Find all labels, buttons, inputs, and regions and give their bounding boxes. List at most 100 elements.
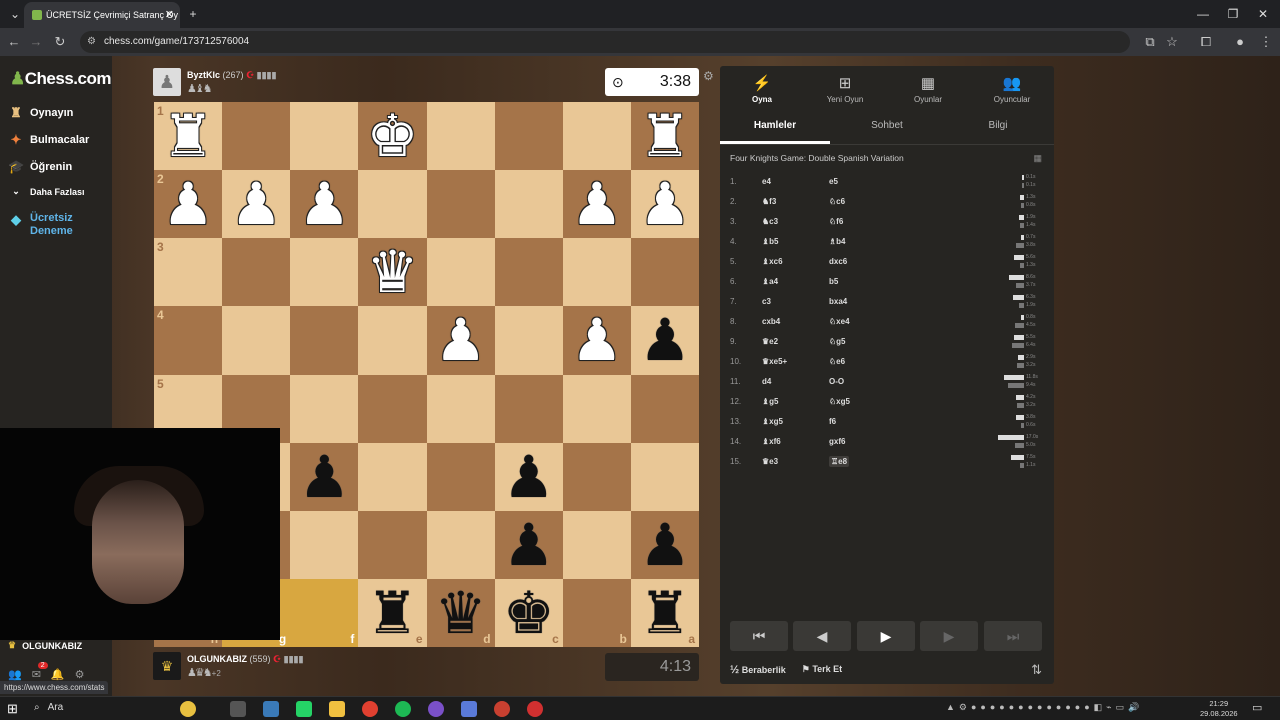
board-square[interactable]	[290, 510, 359, 579]
app-icon[interactable]	[428, 701, 444, 717]
players-button[interactable]: 👥 Oyuncular	[977, 74, 1047, 104]
board-square[interactable]	[562, 510, 631, 579]
black-move[interactable]: bxa4	[829, 297, 847, 306]
black-move[interactable]: ♘f6	[829, 217, 843, 226]
windows-start-icon[interactable]: ⊞	[7, 701, 18, 717]
white-pawn-piece[interactable]: ♟	[230, 175, 282, 233]
taskbar-clock[interactable]: 21:29 29.08.2026	[1200, 699, 1238, 719]
board-square[interactable]: ♟	[222, 170, 291, 239]
board-square[interactable]	[358, 442, 427, 511]
new-tab-button[interactable]: +	[178, 0, 208, 28]
black-move[interactable]: O-O	[829, 377, 844, 386]
board-square[interactable]: d ♛	[426, 578, 495, 647]
player-name-line[interactable]: OLGUNKABIZ (559) ☪ ▮▮▮▮	[187, 654, 303, 665]
board-square[interactable]	[222, 102, 291, 171]
white-pawn-piece[interactable]: ♟	[162, 175, 214, 233]
back-icon[interactable]: ←	[2, 28, 26, 56]
url-field[interactable]: ⚙ chess.com/game/173712576004	[80, 31, 1130, 53]
sidebar-item-learn[interactable]: 🎓 Öğrenin	[8, 159, 72, 175]
opponent-avatar[interactable]: ♟	[153, 68, 181, 96]
black-move[interactable]: ♘g5	[829, 337, 846, 346]
black-move[interactable]: ♗b4	[829, 237, 846, 246]
board-square[interactable]	[494, 238, 563, 307]
white-move[interactable]: ♝g5	[762, 397, 779, 406]
board-square[interactable]: ♟	[630, 170, 699, 239]
maximize-button[interactable]: ❐	[1218, 0, 1248, 28]
chrome-icon[interactable]	[362, 701, 378, 717]
board-square[interactable]: c ♚	[494, 578, 563, 647]
board-square[interactable]	[426, 510, 495, 579]
play-forward-button[interactable]: ▶	[920, 621, 978, 651]
profile-avatar[interactable]: ●	[1228, 28, 1252, 56]
black-queen-piece[interactable]: ♛	[435, 584, 487, 642]
board-square[interactable]: ♚	[358, 102, 427, 171]
white-rook-piece[interactable]: ♜	[639, 107, 691, 165]
tab-info[interactable]: Bilgi	[943, 116, 1053, 144]
board-square[interactable]	[290, 102, 359, 171]
system-tray-icons[interactable]: ▲⚙●●●●●●●●●●●●●◧⌁▭🔊	[946, 702, 1143, 713]
whatsapp-icon[interactable]	[296, 701, 312, 717]
white-pawn-piece[interactable]: ♟	[571, 311, 623, 369]
tab-moves[interactable]: Hamleler	[720, 116, 830, 144]
previous-move-button[interactable]: ◀	[793, 621, 851, 651]
board-square[interactable]: ♟	[630, 510, 699, 579]
task-view-icon[interactable]	[230, 701, 246, 717]
sidebar-item-puzzles[interactable]: ✦ Bulmacalar	[8, 132, 90, 148]
sidebar-user[interactable]: ♛ OLGUNKABIZ	[8, 640, 82, 651]
sidebar-item-more[interactable]: ⌄ Daha Fazlası	[8, 186, 84, 197]
board-square[interactable]	[562, 442, 631, 511]
board-square[interactable]	[494, 102, 563, 171]
white-move[interactable]: ♛e2	[762, 337, 778, 346]
app-icon[interactable]	[461, 701, 477, 717]
board-square[interactable]: ♜	[630, 102, 699, 171]
board-square[interactable]: 3	[154, 238, 223, 307]
white-move[interactable]: ♛e3	[762, 457, 778, 466]
tab-close-icon[interactable]: ✕	[165, 2, 174, 28]
board-square[interactable]: ♟	[630, 306, 699, 375]
board-square[interactable]: 4	[154, 306, 223, 375]
settings-gear-icon[interactable]: ⚙	[75, 668, 85, 681]
flip-board-icon[interactable]: ⇅	[1031, 662, 1042, 678]
board-settings-gear-icon[interactable]: ⚙	[703, 69, 714, 83]
white-pawn-piece[interactable]: ♟	[435, 311, 487, 369]
player-avatar[interactable]: ♛	[153, 652, 181, 680]
white-king-piece[interactable]: ♚	[366, 107, 418, 165]
board-square[interactable]: 1 ♜	[154, 102, 223, 171]
black-pawn-piece[interactable]: ♟	[298, 448, 350, 506]
black-move[interactable]: ♘c6	[829, 197, 845, 206]
board-square[interactable]: ♟	[494, 510, 563, 579]
board-square[interactable]: ♛	[358, 238, 427, 307]
copilot-icon[interactable]	[180, 701, 196, 717]
black-move[interactable]: f6	[829, 417, 836, 426]
play-button[interactable]: ⚡ Oyna	[727, 74, 797, 104]
board-square[interactable]	[494, 374, 563, 443]
black-king-piece[interactable]: ♚	[503, 584, 555, 642]
board-square[interactable]	[494, 306, 563, 375]
chrome-active-icon[interactable]	[494, 701, 510, 717]
board-square[interactable]	[426, 102, 495, 171]
resign-button[interactable]: ⚑ Terk Et	[802, 664, 842, 676]
messages-icon[interactable]: ✉ 2	[32, 662, 48, 681]
board-square[interactable]	[562, 238, 631, 307]
bookmark-star-icon[interactable]: ☆	[1160, 28, 1184, 56]
spotify-icon[interactable]	[395, 701, 411, 717]
board-square[interactable]: a ♜	[630, 578, 699, 647]
board-square[interactable]: ♟	[562, 306, 631, 375]
white-pawn-piece[interactable]: ♟	[571, 175, 623, 233]
black-rook-piece[interactable]: ♜	[366, 584, 418, 642]
board-square[interactable]	[358, 170, 427, 239]
white-move[interactable]: ♝xg5	[762, 417, 783, 426]
board-square[interactable]: ♟	[290, 170, 359, 239]
white-move[interactable]: e4	[762, 177, 771, 186]
board-square[interactable]	[562, 102, 631, 171]
board-square[interactable]: 2 ♟	[154, 170, 223, 239]
white-move[interactable]: ♞f3	[762, 197, 776, 206]
board-square[interactable]: ♟	[562, 170, 631, 239]
white-move[interactable]: ♝xc6	[762, 257, 783, 266]
board-square[interactable]	[358, 306, 427, 375]
white-move[interactable]: ♛xe5+	[762, 357, 787, 366]
white-move[interactable]: c3	[762, 297, 771, 306]
board-square[interactable]: ♟	[426, 306, 495, 375]
file-explorer-icon[interactable]	[329, 701, 345, 717]
board-square[interactable]	[358, 374, 427, 443]
